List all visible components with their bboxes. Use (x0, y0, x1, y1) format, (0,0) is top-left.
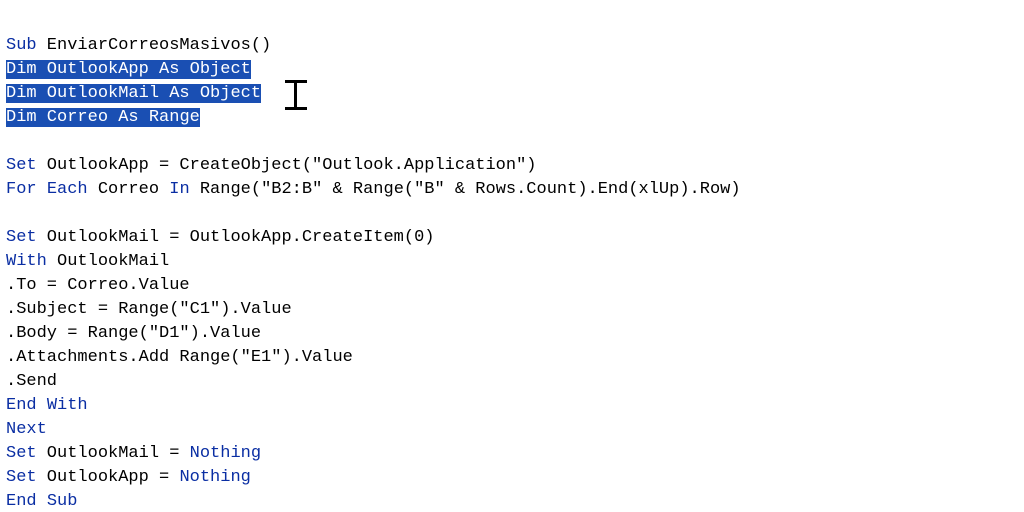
code-line: Next (6, 420, 47, 439)
text-cursor-icon (285, 80, 305, 110)
code-text: Correo (37, 108, 119, 127)
keyword-end: End (6, 492, 37, 511)
code-line: End With (6, 396, 88, 415)
code-text (37, 180, 47, 199)
code-line: Sub EnviarCorreosMasivos() (6, 36, 271, 55)
keyword-dim: Dim (6, 60, 37, 79)
keyword-with: With (47, 396, 88, 415)
code-line: Set OutlookApp = CreateObject("Outlook.A… (6, 156, 537, 175)
keyword-each: Each (47, 180, 88, 199)
code-line: Set OutlookMail = OutlookApp.CreateItem(… (6, 228, 434, 247)
code-text: Correo (88, 180, 170, 199)
keyword-dim: Dim (6, 108, 37, 127)
keyword-dim: Dim (6, 84, 37, 103)
code-line: Dim OutlookApp As Object (6, 60, 251, 79)
keyword-as: As (169, 84, 189, 103)
keyword-next: Next (6, 420, 47, 439)
code-line: .Send (6, 372, 57, 391)
code-text: OutlookMail (37, 84, 170, 103)
keyword-set: Set (6, 228, 37, 247)
selection: Dim Correo As Range (6, 108, 200, 127)
code-text (37, 396, 47, 415)
keyword-sub: Sub (6, 36, 37, 55)
keyword-for: For (6, 180, 37, 199)
code-line: Dim OutlookMail As Object (6, 84, 261, 103)
keyword-sub: Sub (47, 492, 78, 511)
code-line: .Subject = Range("C1").Value (6, 300, 292, 319)
keyword-in: In (169, 180, 189, 199)
code-line: .Body = Range("D1").Value (6, 324, 261, 343)
keyword-with: With (6, 252, 47, 271)
code-line: Set OutlookApp = Nothing (6, 468, 251, 487)
keyword-as: As (118, 108, 138, 127)
code-text: OutlookApp (37, 60, 159, 79)
keyword-object: Object (190, 60, 251, 79)
vba-code-editor[interactable]: Sub EnviarCorreosMasivos() Dim OutlookAp… (0, 0, 1024, 512)
code-line: .Attachments.Add Range("E1").Value (6, 348, 353, 367)
keyword-set: Set (6, 156, 37, 175)
code-line: End Sub (6, 492, 77, 511)
keyword-set: Set (6, 468, 37, 487)
code-text: Range("B2:B" & Range("B" & Rows.Count).E… (190, 180, 741, 199)
code-text: EnviarCorreosMasivos() (37, 36, 272, 55)
code-text (37, 492, 47, 511)
keyword-set: Set (6, 444, 37, 463)
code-line: Dim Correo As Range (6, 108, 200, 127)
code-text (179, 60, 189, 79)
keyword-end: End (6, 396, 37, 415)
code-line: Set OutlookMail = Nothing (6, 444, 261, 463)
selection: Dim OutlookApp As Object (6, 60, 251, 79)
code-text: OutlookMail = OutlookApp.CreateItem(0) (37, 228, 435, 247)
code-text: OutlookApp = CreateObject("Outlook.Appli… (37, 156, 537, 175)
code-line: With OutlookMail (6, 252, 169, 271)
code-text: Range (139, 108, 200, 127)
code-text: OutlookApp = (37, 468, 180, 487)
keyword-as: As (159, 60, 179, 79)
code-text: OutlookMail = (37, 444, 190, 463)
keyword-nothing: Nothing (190, 444, 261, 463)
code-text: OutlookMail (47, 252, 169, 271)
code-line: .To = Correo.Value (6, 276, 190, 295)
code-text (190, 84, 200, 103)
selection: Dim OutlookMail As Object (6, 84, 261, 103)
keyword-nothing: Nothing (179, 468, 250, 487)
keyword-object: Object (200, 84, 261, 103)
code-line: For Each Correo In Range("B2:B" & Range(… (6, 180, 741, 199)
